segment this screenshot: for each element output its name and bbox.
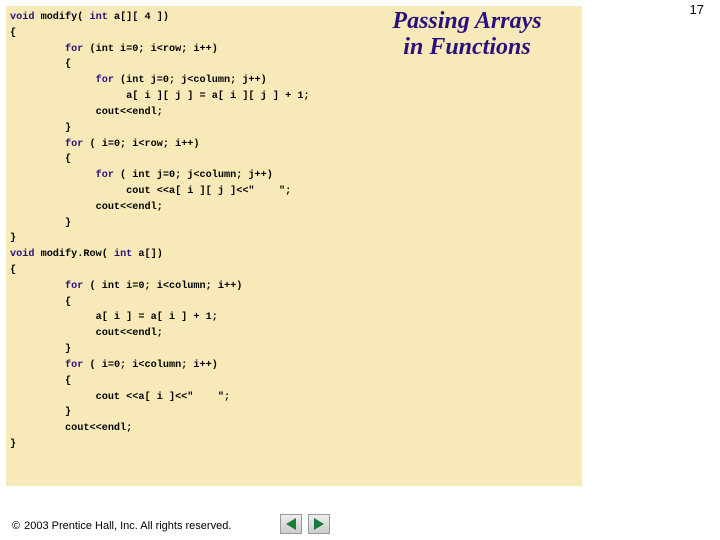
code-text: modify.Row( [34,249,113,260]
code-text: ( int i=0; i<column; i++) [83,281,242,292]
code-text: } [10,439,16,450]
code-text: cout<<endl; [10,328,163,339]
kw-for: for [10,360,83,371]
kw-for: for [10,170,114,181]
code-text: } [10,123,71,134]
kw-void: void [10,12,34,23]
code-text: } [10,218,71,229]
code-text: cout <<a[ i ]<<" "; [10,392,230,403]
footer: © 2003 Prentice Hall, Inc. All rights re… [12,520,231,532]
copyright-text: 2003 Prentice Hall, Inc. All rights rese… [24,520,231,532]
code-text: { [10,154,71,165]
triangle-right-icon [314,518,324,530]
kw-void: void [10,249,34,260]
slide-content: Passing Arrays in Functions void modify(… [6,6,582,486]
next-slide-button[interactable] [308,514,330,534]
code-text: (int j=0; j<column; j++) [114,75,267,86]
code-text: cout<<endl; [10,202,163,213]
code-text: } [10,407,71,418]
code-text: { [10,376,71,387]
code-text: a[][ 4 ]) [108,12,169,23]
code-text: modify( [34,12,89,23]
triangle-left-icon [286,518,296,530]
code-text: a[ i ] = a[ i ] + 1; [10,312,218,323]
code-text: a[]) [132,249,163,260]
code-text: ( int j=0; j<column; j++) [114,170,273,181]
code-text: a[ i ][ j ] = a[ i ][ j ] + 1; [10,91,310,102]
kw-for: for [10,281,83,292]
code-text: cout <<a[ i ][ j ]<<" "; [10,186,291,197]
prev-slide-button[interactable] [280,514,302,534]
code-text: } [10,344,71,355]
code-text: { [10,59,71,70]
code-text: cout<<endl; [10,107,163,118]
code-text: { [10,28,16,39]
code-block: void modify( int a[][ 4 ]) { for (int i=… [10,10,578,453]
code-text: (int i=0; i<row; i++) [83,44,218,55]
code-text: ( i=0; i<row; i++) [83,139,199,150]
nav-arrows [280,514,330,534]
page-number: 17 [690,2,704,17]
kw-int: int [114,249,132,260]
code-text: { [10,297,71,308]
copyright-symbol: © [12,520,20,532]
kw-int: int [90,12,108,23]
kw-for: for [10,75,114,86]
code-text: } [10,233,16,244]
code-text: cout<<endl; [10,423,132,434]
code-text: { [10,265,16,276]
code-text: ( i=0; i<column; i++) [83,360,218,371]
kw-for: for [10,139,83,150]
kw-for: for [10,44,83,55]
